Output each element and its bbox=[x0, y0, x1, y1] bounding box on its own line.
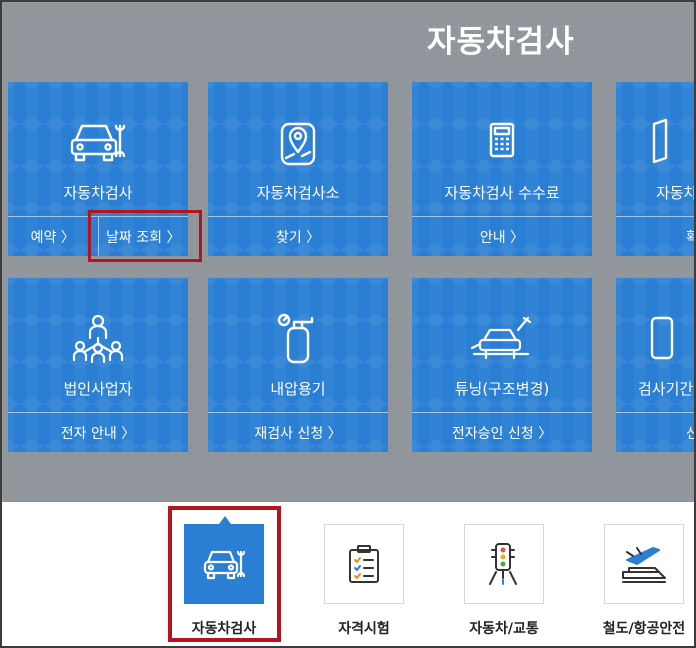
reservation-link[interactable]: 예약 〉 bbox=[8, 217, 98, 256]
nav-label-rail-aviation[interactable]: 철도/항공안전 bbox=[584, 618, 696, 638]
card-label: 자동차검 bbox=[656, 184, 694, 202]
nav-label-car-traffic[interactable]: 자동차/교통 bbox=[444, 618, 564, 638]
organization-icon bbox=[72, 314, 124, 364]
car-tuning-icon bbox=[470, 316, 532, 360]
checklist-icon bbox=[349, 545, 379, 583]
card-inspection-station[interactable]: 자동차검사소 찾기 〉 bbox=[208, 82, 388, 256]
nav-qualification-exam[interactable] bbox=[324, 524, 404, 604]
active-nav-highlight bbox=[168, 506, 281, 642]
find-station-link[interactable]: 찾기 〉 bbox=[208, 217, 388, 256]
nav-label-qualification-exam[interactable]: 자격시험 bbox=[304, 618, 424, 638]
apply-link[interactable]: 신 bbox=[616, 413, 694, 452]
card-label: 내압용기 bbox=[270, 380, 326, 398]
e-approval-apply-link[interactable]: 전자승인 신청 〉 bbox=[412, 413, 592, 452]
document-icon bbox=[652, 118, 668, 164]
card-label: 튜닝(구조변경) bbox=[454, 380, 550, 398]
card-corporate[interactable]: 법인사업자 전자 안내 〉 bbox=[8, 278, 188, 452]
calculator-icon bbox=[489, 122, 515, 158]
card-inspection-partial[interactable]: 자동차검 확 bbox=[616, 82, 694, 256]
fee-guide-link[interactable]: 안내 〉 bbox=[412, 217, 592, 256]
date-lookup-highlight bbox=[88, 210, 202, 262]
service-overlay: 자동차검사 자동차검사 예약 〉 날짜 조회 〉 자동차검사소 찾기 〉 자동차… bbox=[2, 2, 694, 502]
bottom-nav: 자동차검사 자격시험 자동차/교통 철도/항공안전 bbox=[2, 502, 694, 646]
check-link[interactable]: 확 bbox=[616, 217, 694, 256]
card-inspection-fee[interactable]: 자동차검사 수수료 안내 〉 bbox=[412, 82, 592, 256]
electronic-guide-link[interactable]: 전자 안내 〉 bbox=[8, 413, 188, 452]
map-pin-icon bbox=[280, 122, 316, 166]
card-label: 자동차검사소 bbox=[256, 184, 340, 202]
gas-cylinder-icon bbox=[277, 313, 314, 364]
card-pressure-vessel[interactable]: 내압용기 재검사 신청 〉 bbox=[208, 278, 388, 452]
card-label: 자동차검사 수수료 bbox=[444, 184, 560, 202]
traffic-light-icon bbox=[489, 543, 517, 585]
card-label: 자동차검사 bbox=[63, 184, 133, 202]
car-wrench-icon bbox=[70, 124, 126, 162]
nav-rail-aviation[interactable] bbox=[604, 524, 684, 604]
reinspection-apply-link[interactable]: 재검사 신청 〉 bbox=[208, 413, 388, 452]
nav-car-traffic[interactable] bbox=[464, 524, 544, 604]
card-label: 검사기간 bbox=[638, 380, 694, 398]
card-tuning[interactable]: 튜닝(구조변경) 전자승인 신청 〉 bbox=[412, 278, 592, 452]
card-label: 법인사업자 bbox=[63, 380, 133, 398]
page-title: 자동차검사 bbox=[427, 24, 575, 60]
card-inspection-period-partial[interactable]: 검사기간 신 bbox=[616, 278, 694, 452]
plane-train-icon bbox=[622, 547, 666, 583]
phone-icon bbox=[650, 316, 674, 360]
